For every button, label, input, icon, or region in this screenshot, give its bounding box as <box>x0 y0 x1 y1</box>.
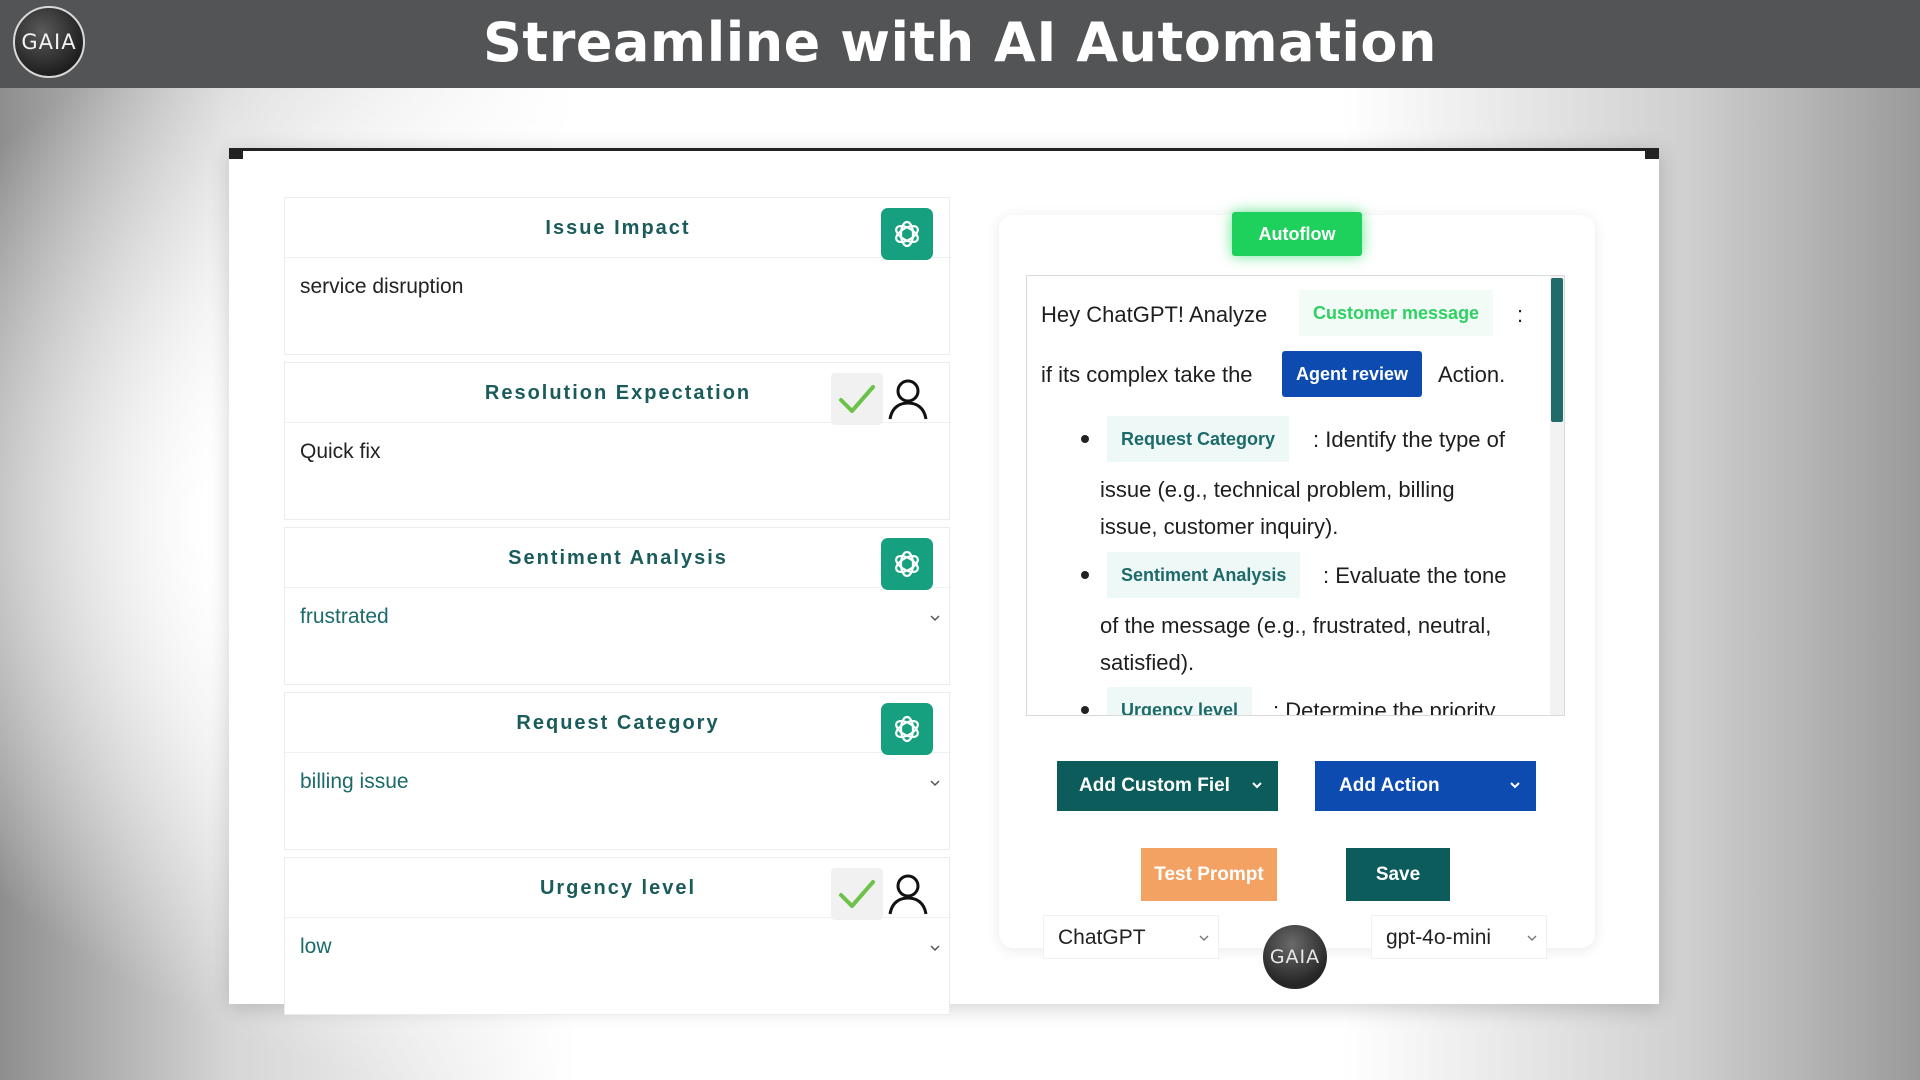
save-button[interactable]: Save <box>1346 848 1450 901</box>
prompt-bullet-text: of the message (e.g., frustrated, neutra… <box>1100 613 1492 638</box>
agent-review-chip[interactable]: Agent review <box>1282 351 1423 397</box>
request-category-chip[interactable]: Request Category <box>1107 416 1290 462</box>
prompt-colon: : <box>1517 302 1524 327</box>
check-icon[interactable] <box>831 373 883 425</box>
sentiment-analysis-chip[interactable]: Sentiment Analysis <box>1107 552 1301 598</box>
check-icon[interactable] <box>831 868 883 920</box>
model-select-value: ChatGPT <box>1058 926 1146 949</box>
field-request-category: Request Category billing issue <box>284 692 951 850</box>
person-icon[interactable] <box>883 868 933 920</box>
field-header: Urgency level <box>285 858 951 920</box>
bullet <box>1081 706 1089 714</box>
prompt-bullet-text: : Evaluate the tone <box>1323 563 1507 588</box>
field-issue-impact: Issue Impact service disruption <box>284 197 951 355</box>
chevron-down-icon <box>930 615 940 622</box>
field-sentiment-analysis: Sentiment Analysis frustrated <box>284 527 951 685</box>
automation-card: Issue Impact service disruption Resoluti… <box>229 148 1659 1015</box>
field-resolution-expectation: Resolution Expectation Quick fix <box>284 362 951 520</box>
field-header: Sentiment Analysis <box>285 528 951 590</box>
chevron-down-icon <box>1510 782 1520 789</box>
model-version-select[interactable]: gpt-4o-mini <box>1371 915 1547 959</box>
model-version-select-value: gpt-4o-mini <box>1386 926 1492 949</box>
prompt-intro-text: Hey ChatGPT! Analyze <box>1041 302 1268 327</box>
add-custom-field-button[interactable]: Add Custom Fiel <box>1057 761 1278 811</box>
model-select[interactable]: ChatGPT <box>1043 915 1219 959</box>
bullet <box>1081 435 1089 443</box>
page-title: Streamline with AI Automation <box>483 11 1437 74</box>
prompt-line2-start: if its complex take the <box>1041 362 1253 387</box>
field-header: Request Category <box>285 693 951 755</box>
openai-icon[interactable] <box>881 538 933 590</box>
test-prompt-button[interactable]: Test Prompt <box>1141 848 1277 901</box>
sentiment-select[interactable]: frustrated <box>285 589 951 647</box>
field-urgency-level: Urgency level low <box>284 857 951 1015</box>
bullet <box>1081 571 1089 579</box>
field-label: Issue Impact <box>545 217 691 239</box>
prompt-bullet-text: : Determine the priority <box>1273 698 1496 716</box>
add-action-button[interactable]: Add Action <box>1315 761 1536 811</box>
prompt-bullet-text: issue, customer inquiry). <box>1100 514 1339 539</box>
chevron-down-icon <box>1199 935 1209 941</box>
chevron-down-icon <box>930 945 940 952</box>
scrollbar-track[interactable] <box>1550 276 1564 715</box>
urgency-select[interactable]: low <box>285 919 951 977</box>
field-label: Sentiment Analysis <box>508 547 728 569</box>
chevron-down-icon <box>930 780 940 787</box>
openai-icon[interactable] <box>881 208 933 260</box>
chevron-down-icon <box>1252 782 1262 789</box>
scrollbar-thumb[interactable] <box>1551 278 1563 422</box>
add-custom-field-label: Add Custom Fiel <box>1079 775 1230 796</box>
openai-icon[interactable] <box>881 703 933 755</box>
urgency-level-chip[interactable]: Urgency level <box>1107 687 1253 715</box>
issue-impact-input[interactable]: service disruption <box>285 259 951 317</box>
add-action-label: Add Action <box>1339 775 1440 796</box>
prompt-bullet-text: : Identify the type of <box>1313 427 1506 452</box>
customer-message-chip[interactable]: Customer message <box>1299 290 1494 336</box>
prompt-bullet-text: satisfied). <box>1100 650 1195 675</box>
approval-controls <box>831 373 933 425</box>
request-category-select[interactable]: billing issue <box>285 754 951 812</box>
field-label: Request Category <box>516 712 720 734</box>
prompt-bullet-text: issue (e.g., technical problem, billing <box>1100 477 1455 502</box>
field-header: Resolution Expectation <box>285 363 951 425</box>
prompt-editor[interactable]: Hey ChatGPT! Analyze Customer message : … <box>1026 275 1565 716</box>
gaia-bubble-logo[interactable]: GAIA <box>1263 925 1327 989</box>
resolution-expectation-input[interactable]: Quick fix <box>285 424 951 482</box>
person-icon[interactable] <box>883 373 933 425</box>
prompt-line2-end: Action. <box>1438 362 1506 387</box>
field-header: Issue Impact <box>285 198 951 260</box>
approval-controls <box>831 868 933 920</box>
chevron-down-icon <box>1527 935 1537 941</box>
autoflow-button[interactable]: Autoflow <box>1232 212 1362 256</box>
header-bar: GAIA Streamline with AI Automation <box>0 0 1920 88</box>
